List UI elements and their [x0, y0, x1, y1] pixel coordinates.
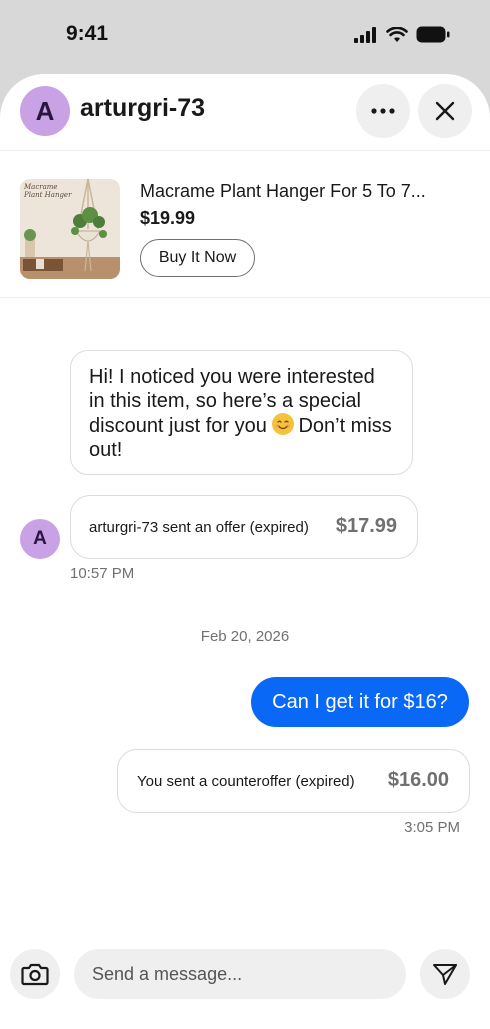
camera-icon — [21, 963, 49, 986]
avatar-initial: A — [35, 95, 55, 126]
offer-timestamp: 10:57 PM — [70, 565, 135, 582]
send-icon — [433, 964, 457, 985]
sender-avatar-initial: A — [33, 528, 47, 549]
thumbnail-caption: Macrame Plant Hanger — [24, 183, 72, 199]
counteroffer-card[interactable]: You sent a counteroffer (expired) $16.00 — [117, 749, 470, 813]
status-icons — [354, 26, 450, 43]
avatar[interactable]: A — [20, 86, 70, 136]
outgoing-message-text: Can I get it for $16? — [272, 690, 448, 713]
sender-avatar[interactable]: A — [20, 519, 60, 559]
close-button[interactable] — [418, 84, 472, 138]
buy-it-now-button[interactable]: Buy It Now — [140, 239, 255, 277]
counteroffer-timestamp: 3:05 PM — [404, 819, 460, 836]
battery-icon — [416, 26, 450, 43]
camera-button[interactable] — [10, 949, 60, 999]
date-separator: Feb 20, 2026 — [200, 628, 290, 645]
more-options-button[interactable] — [356, 84, 410, 138]
counteroffer-text: You sent a counteroffer (expired) — [137, 773, 355, 790]
message-input[interactable] — [74, 949, 406, 999]
status-bar: 9:41 — [0, 0, 490, 74]
conversation-header: A arturgri-73 — [0, 74, 490, 150]
item-price: $19.99 — [140, 208, 196, 228]
incoming-message[interactable]: Hi! I noticed you were interested in thi… — [70, 350, 413, 475]
offer-text: arturgri-73 sent an offer (expired) — [89, 519, 309, 536]
ellipsis-icon — [371, 108, 395, 114]
offer-card[interactable]: arturgri-73 sent an offer (expired) $17.… — [70, 495, 418, 559]
counteroffer-price: $16.00 — [387, 769, 449, 791]
username-title[interactable]: arturgri-73 — [80, 94, 205, 123]
item-card[interactable]: Macrame Plant Hanger Macrame Plant Hange… — [0, 150, 490, 298]
close-icon — [435, 101, 455, 121]
status-time: 9:41 — [66, 22, 109, 45]
conversation-sheet: A arturgri-73 Macrame Plant Hanger Macra… — [0, 74, 490, 1029]
signal-icon — [354, 26, 376, 43]
wifi-icon — [386, 26, 408, 42]
outgoing-message[interactable]: Can I get it for $16? — [251, 677, 469, 727]
smiling-face-emoji-icon — [272, 413, 295, 435]
item-title[interactable]: Macrame Plant Hanger For 5 To 7... — [140, 181, 426, 202]
item-thumbnail[interactable]: Macrame Plant Hanger — [20, 179, 120, 279]
offer-price: $17.99 — [335, 515, 397, 537]
send-button[interactable] — [420, 949, 470, 999]
